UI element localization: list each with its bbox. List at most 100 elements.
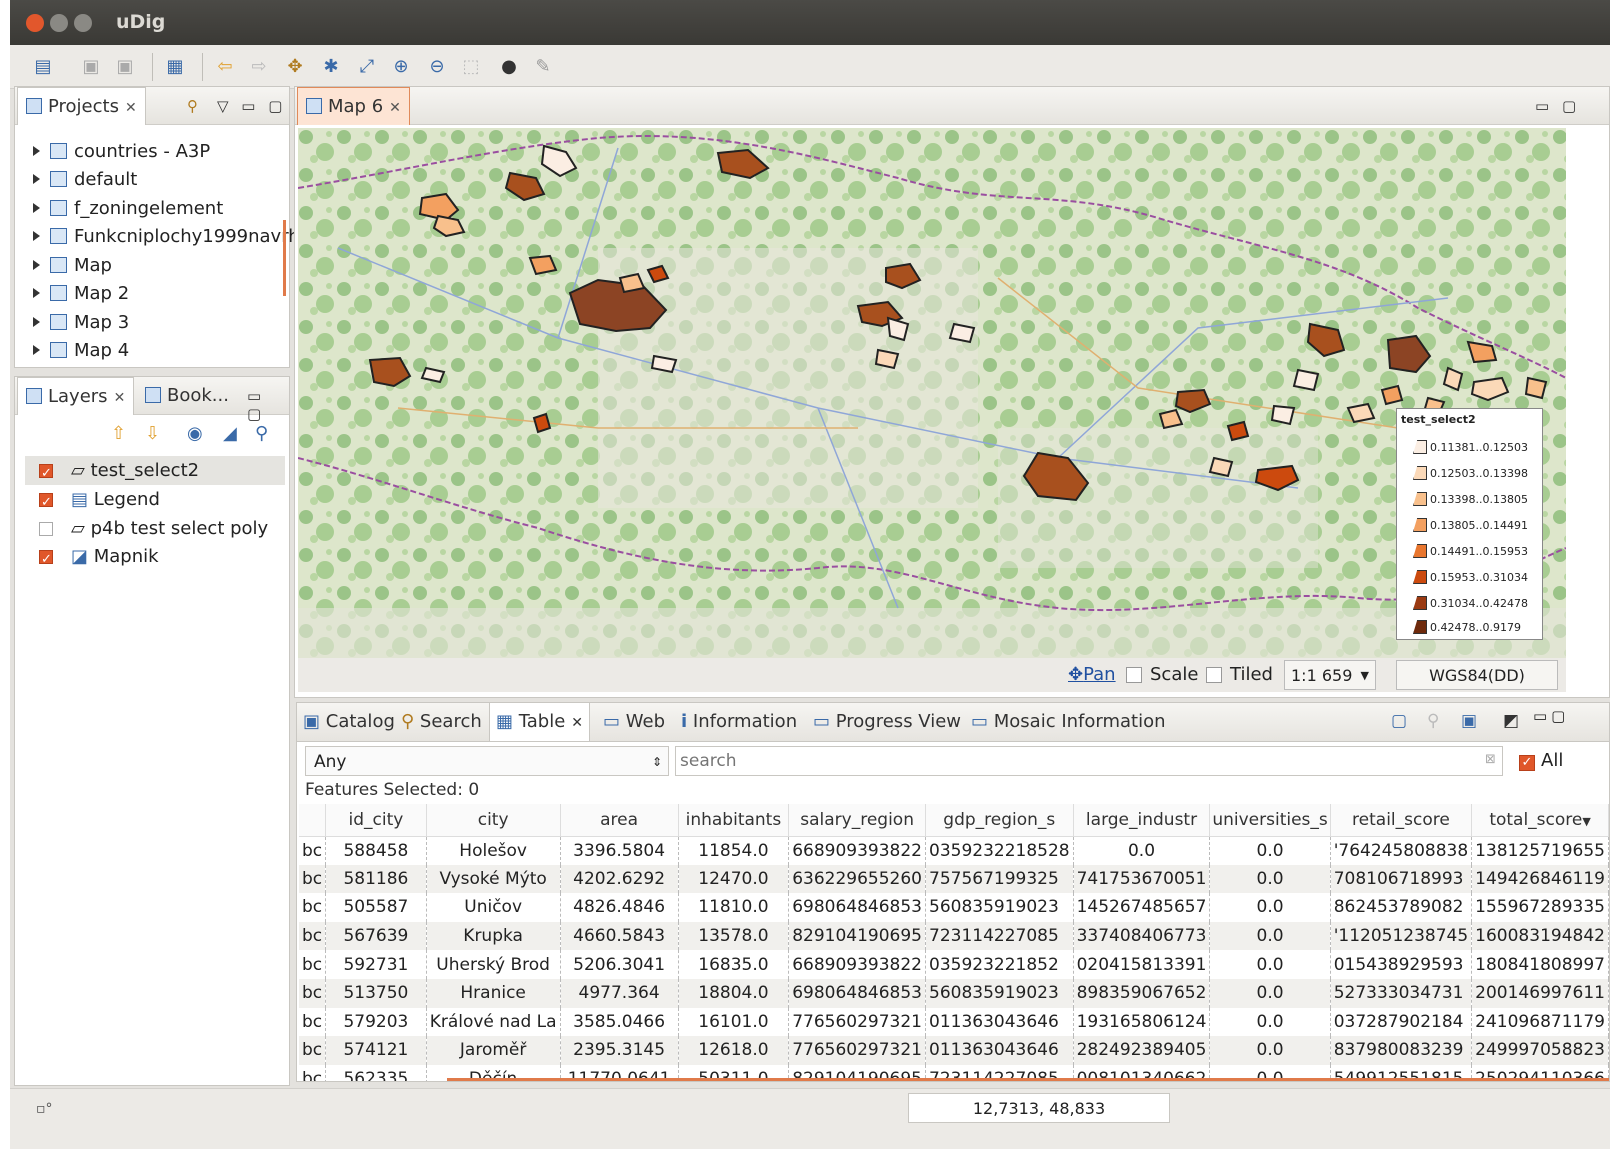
table-cell[interactable]: 527333034731 [1330,978,1473,1008]
table-cell[interactable]: bc [299,1036,327,1065]
close-icon[interactable]: ✕ [114,390,126,406]
layer-visibility-checkbox[interactable] [39,488,53,517]
tab-projects[interactable]: Projects ✕ [17,87,146,125]
table-row[interactable]: bc 505587 Uničov 4826.4846 11810.0 6980648468… [299,893,1609,922]
table-cell[interactable]: 592731 [325,950,427,979]
column-header[interactable] [299,804,327,837]
table-cell[interactable]: 020415813391 [1073,950,1211,979]
table-cell[interactable]: 015438929593 [1330,950,1473,979]
table-cell[interactable]: 011363043646 [925,1007,1074,1037]
table-cell[interactable]: Hranice [426,978,561,1008]
link-icon[interactable]: ⚲ [187,97,202,115]
table-cell[interactable]: 560835919023 [925,893,1074,922]
table-cell[interactable]: Krupka [426,921,561,951]
table-cell[interactable]: Uherský Brod [426,950,561,979]
tab-progress-view[interactable]: ▭ Progress View [807,703,967,741]
expand-icon[interactable] [33,146,40,156]
attribute-filter-select[interactable]: Any ⇕ [305,746,669,776]
column-header[interactable]: inhabitants [678,804,790,837]
map-canvas[interactable] [298,128,1566,658]
table-cell[interactable]: 12470.0 [678,864,790,894]
table-row[interactable]: bc 581186 Vysoké Mýto 4202.6292 12470.0 63622… [299,864,1609,894]
table-cell[interactable]: 698064846853 [788,978,926,1008]
table-cell[interactable]: 037287902184 [1330,1007,1473,1037]
promote-icon[interactable]: ▣ [1461,711,1477,731]
column-header[interactable]: gdp_region_s [925,804,1074,837]
table-cell[interactable]: 16835.0 [678,950,790,979]
table-cell[interactable]: 3396.5804 [560,836,679,865]
table-cell[interactable]: 588458 [325,836,427,865]
table-cell[interactable]: 160083194842 [1471,921,1609,951]
table-cell[interactable]: 12618.0 [678,1036,790,1065]
layer-visibility-checkbox[interactable] [39,522,53,536]
tab-table[interactable]: ▦ Table ✕ [489,703,591,741]
table-cell[interactable]: 829104190695 [788,921,926,951]
table-cell[interactable]: 16101.0 [678,1007,790,1037]
move-up-icon[interactable]: ⇧ [111,423,126,444]
table-cell[interactable]: 249997058823 [1471,1036,1609,1065]
table-cell[interactable]: 579203 [325,1007,427,1037]
table-row[interactable]: bc 579203 Králové nad La 3585.0466 16101.0 77… [299,1007,1609,1037]
table-cell[interactable]: 035923221852 [925,950,1074,979]
pan-button[interactable]: ✥Pan [1068,664,1116,685]
table-cell[interactable]: 0.0 [1209,864,1331,894]
project-item[interactable]: Map 4 [33,336,129,365]
fast-view-icon[interactable]: ▫° [36,1101,53,1117]
zoom-out-icon[interactable]: ⊖ [426,56,448,78]
table-cell[interactable]: Vysoké Mýto [426,864,561,894]
properties-icon[interactable]: ▦ [164,56,186,78]
select-all-icon[interactable]: ▢ [1391,711,1407,731]
zoom-in-icon[interactable]: ⊕ [390,56,412,78]
scale-combo[interactable]: 1:1 659 ▼ [1284,660,1376,690]
save-all-icon[interactable]: ▣ [114,56,136,78]
table-cell[interactable]: 757567199325 [925,864,1074,894]
project-item[interactable]: Map [33,251,112,280]
expand-icon[interactable] [33,317,40,327]
table-cell[interactable]: 180841808997 [1471,950,1609,979]
style-icon[interactable]: ◉ [187,423,203,444]
pan-icon[interactable]: ✥ [284,56,306,78]
project-item[interactable]: f_zoningelement [33,194,223,223]
zoom-selection-icon[interactable]: ⚲ [1427,711,1439,731]
table-cell[interactable]: 0.0 [1209,836,1331,865]
project-item[interactable]: Funkcniplochy1999navrh [33,222,300,251]
table-cell[interactable]: '764245808838 [1330,836,1473,865]
table-cell[interactable]: Uničov [426,893,561,922]
table-cell[interactable]: 138125719655 [1471,836,1609,865]
scrollbar[interactable] [283,220,286,296]
horizontal-scrollbar[interactable] [447,1078,1609,1081]
table-cell[interactable]: 0.0 [1209,978,1331,1008]
table-cell[interactable]: 4826.4846 [560,893,679,922]
project-item[interactable]: default [33,165,137,194]
table-cell[interactable]: 862453789082 [1330,893,1473,922]
select-tool-icon[interactable]: ⬚ [460,56,482,78]
save-icon[interactable]: ▣ [80,56,102,78]
table-cell[interactable]: 698064846853 [788,893,926,922]
table-cell[interactable]: 0.0 [1209,1036,1331,1065]
expand-icon[interactable] [33,345,40,355]
tab-map6[interactable]: Map 6 ✕ [297,87,410,125]
table-cell[interactable]: 0.0 [1209,1007,1331,1037]
close-icon[interactable]: ✕ [571,715,583,731]
table-cell[interactable]: 0.0 [1209,950,1331,979]
forward-icon[interactable]: ⇨ [248,56,270,78]
table-cell[interactable]: 4660.5843 [560,921,679,951]
table-cell[interactable]: 155967289335 [1471,893,1609,922]
table-cell[interactable]: Holešov [426,836,561,865]
edit-tool-icon[interactable]: ✎ [532,56,554,78]
expand-icon[interactable] [33,231,40,241]
table-cell[interactable]: 282492389405 [1073,1036,1211,1065]
column-header[interactable]: universities_s [1209,804,1331,837]
layer-visibility-checkbox[interactable] [39,545,53,574]
table-cell[interactable]: bc [299,864,327,894]
table-cell[interactable]: 2395.3145 [560,1036,679,1065]
close-icon[interactable]: ✕ [125,100,137,116]
tab-search[interactable]: ⚲ Search [395,703,488,741]
table-cell[interactable]: 4977.364 [560,978,679,1008]
crs-button[interactable]: WGS84(DD) [1396,660,1558,690]
table-cell[interactable]: 560835919023 [925,978,1074,1008]
tab-catalog[interactable]: ▣ Catalog [297,703,401,741]
project-item[interactable]: countries - A3P [33,137,210,166]
column-header[interactable]: retail_score [1330,804,1473,837]
table-cell[interactable]: bc [299,836,327,865]
